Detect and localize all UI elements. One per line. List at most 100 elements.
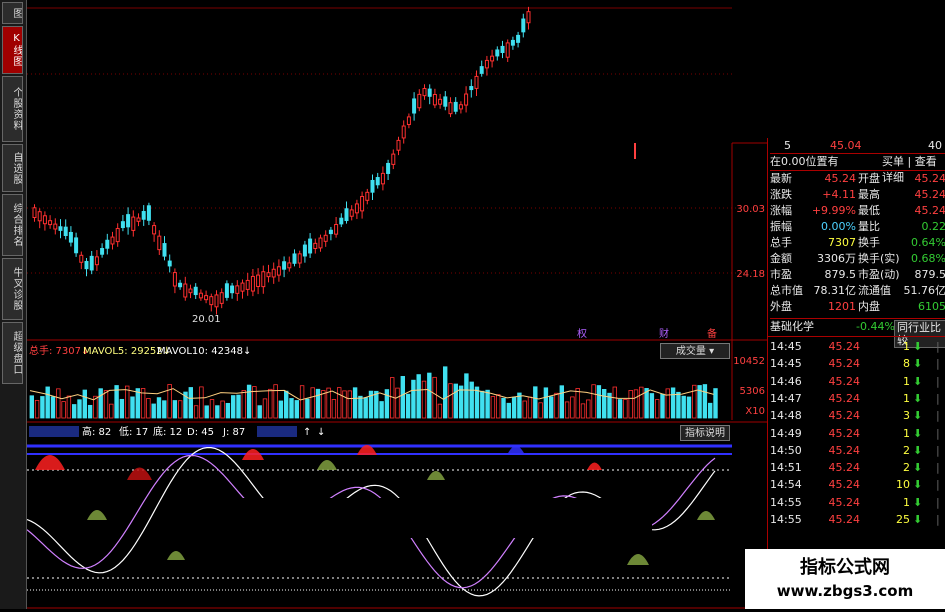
candle-body [516,34,521,43]
indicator-legend-tag [257,426,297,437]
volume-bar [448,383,453,419]
tick-divider: | [936,340,940,353]
candle-body [32,207,37,219]
volume-bar [639,386,644,419]
volume-bar [56,388,61,419]
volume-bar [336,387,342,419]
candle-body [495,49,500,57]
tick-list: 14:45 45.24 1 ⬇ | 14:45 45.24 8 ⬇ | 14:46 45.24 1 ⬇ | 1… [768,336,945,526]
candle-body [287,262,292,269]
volume-bar [315,388,321,419]
candle-body [105,239,110,249]
volume-bar [474,386,480,419]
tick-volume: 1 [903,495,910,509]
volume-bar [188,387,193,419]
chart-area[interactable]: 30.03 24.18 20.01 权 财 备 总手: 7307↓ MAVOL5… [26,0,767,609]
volume-bar [570,396,575,419]
volume-bar [495,394,501,419]
side-tab-ranking[interactable]: 综合排名 [2,194,23,256]
tick-row: 14:54 45.24 10 ⬇ | [770,477,945,493]
candle-body [214,294,219,308]
candle-body [308,238,313,254]
kline-chart[interactable]: 30.03 24.18 20.01 权 财 备 总手: 7307↓ MAVOL5… [26,0,767,609]
volume-bar [119,398,125,419]
side-tab-watchlist[interactable]: 自选股 [2,144,23,192]
quote-top-row: 5 45.04 40 [770,138,945,154]
candle-body [479,66,484,74]
watermark-title: 指标公式网 [800,557,890,578]
side-tab-diagnosis[interactable]: 牛叉诊股 [2,258,23,320]
volume-bar [45,386,50,419]
volume-bar [347,390,352,419]
volume-bar [268,388,273,419]
price-axis-label: 30.03 [736,204,765,215]
volume-axis-label: 5306 [740,386,765,397]
candle-body [396,139,401,151]
volume-bar [331,399,337,419]
candle-body [37,211,42,222]
indicator-legend-d: D: 45 [187,427,214,438]
event-mark: 权 [577,327,587,340]
side-tab-super-tape[interactable]: 超级盘口 [2,322,23,384]
volume-bar [87,404,93,419]
candle-body [464,93,469,106]
stat-label: 涨幅 [770,204,792,217]
volume-bar [50,396,56,419]
volume-bar [649,393,655,419]
tick-divider: | [936,495,940,509]
volume-bar [708,402,713,419]
volume-bar [596,385,602,419]
volume-bar [665,388,670,419]
candle-body [417,93,422,109]
candle-body [318,237,323,249]
candle-body [178,282,183,288]
volume-indicator-dropdown[interactable]: 成交量 ▾ [660,343,730,359]
indicator-help-button[interactable]: 指标说明 [680,425,730,441]
candle-body [370,179,375,193]
candle-body [42,215,47,225]
tick-row: 14:55 45.24 1 ⬇ | [770,495,945,511]
volume-bar [586,399,591,419]
candlestick-series [32,6,531,315]
tick-price: 45.24 [828,391,861,405]
stat-value: 3306万 [817,252,856,265]
candle-body [172,272,177,287]
tick-price: 45.24 [828,461,861,475]
volume-bar [612,386,617,419]
stat-label: 振幅 [770,220,792,233]
side-tab-stock-info[interactable]: 个股资料 [2,76,23,142]
tick-divider: | [936,357,940,371]
stat-label: 市盈 [770,268,792,281]
volume-bar [156,397,162,419]
candle-body [505,42,510,58]
side-tab-chart[interactable]: 图 [2,2,23,24]
quote-top-cell: 40 [928,139,942,152]
candle-body [375,177,380,186]
tick-divider: | [936,374,940,388]
volume-axis-label: X10 [745,406,765,417]
tick-price: 45.24 [828,495,861,509]
candle-body [386,162,391,174]
low-price-marker: 20.01 [192,314,221,325]
sector-name[interactable]: 基础化学 [770,319,814,335]
quote-stat-row: 涨幅 +9.99% 最低 45.24 [770,203,945,219]
stat-value: 0.68% [911,252,945,265]
candle-body [245,279,250,290]
stat-label: 开盘 [858,172,880,185]
candle-body [230,285,235,294]
stat-value: 51.76亿 [903,284,945,297]
tick-time: 14:45 [770,357,802,371]
volume-bar [713,388,718,419]
candle-body [427,88,432,97]
candle-body [521,18,526,33]
indicator-blank-area [212,498,652,538]
volume-bar [554,392,559,419]
volume-bar [676,391,681,419]
volume-bar [458,385,464,419]
side-tab-kline[interactable]: K线图 [2,26,23,74]
volume-bar [374,390,379,419]
volume-bar [564,401,570,419]
volume-bar [559,385,564,419]
volume-bar [29,395,34,419]
volume-bar [40,396,45,419]
